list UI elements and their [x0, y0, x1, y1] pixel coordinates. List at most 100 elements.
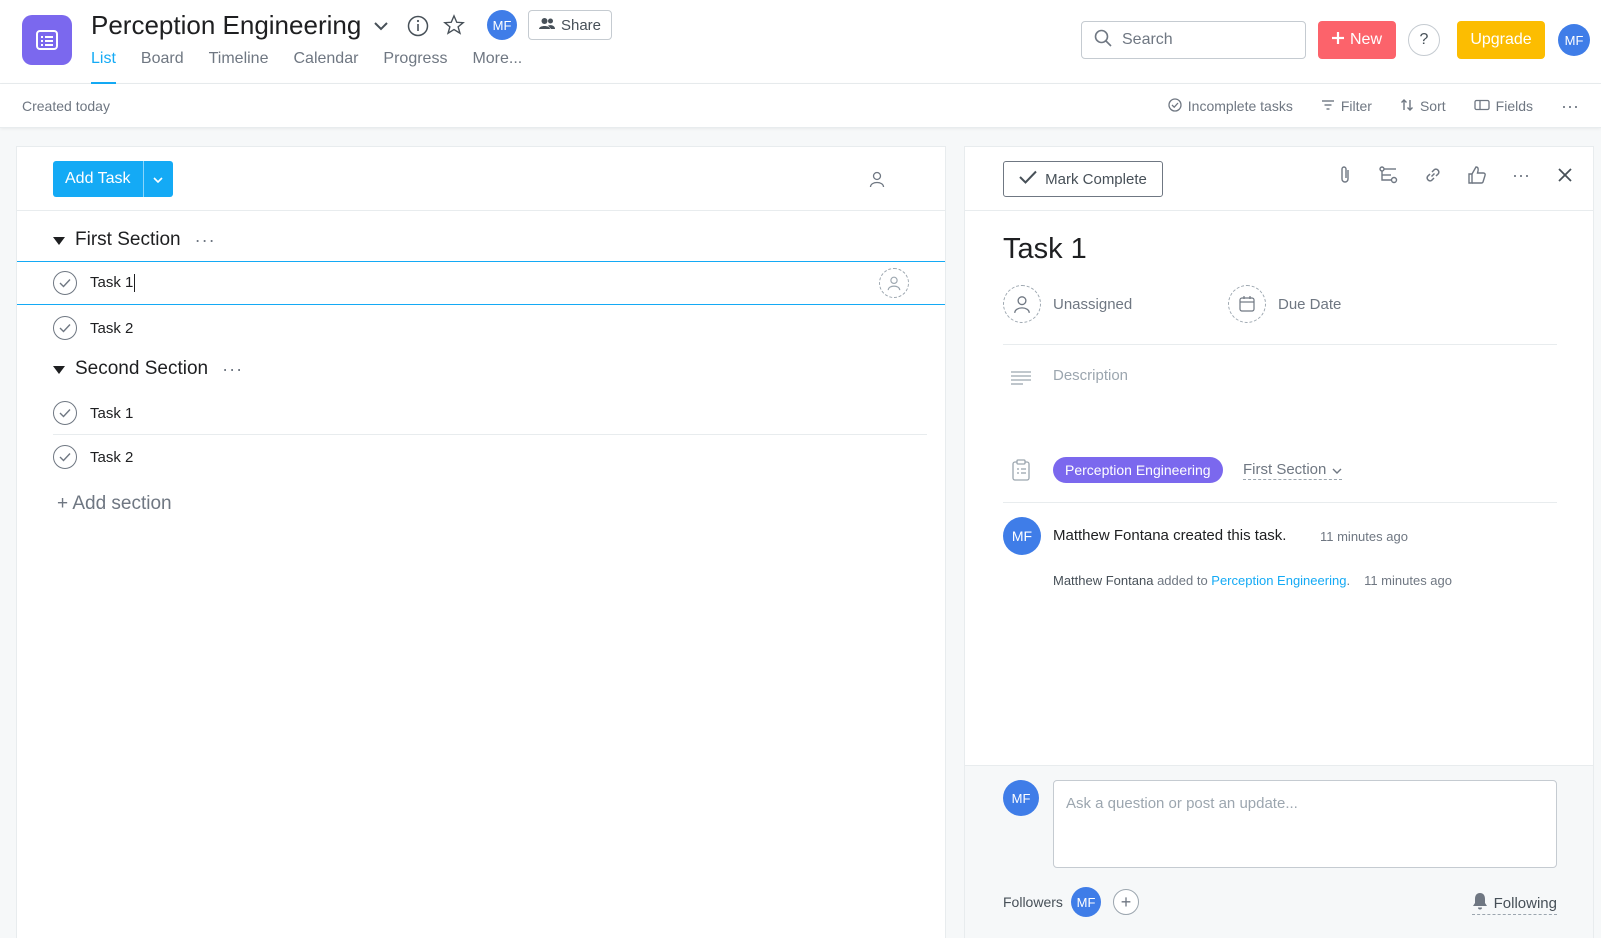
new-label: New: [1349, 31, 1382, 48]
incomplete-tasks-button[interactable]: Incomplete tasks: [1168, 97, 1293, 115]
following-label: Following: [1493, 894, 1557, 912]
star-icon[interactable]: [442, 13, 466, 37]
task-detail-pane: Mark Complete ··· Task 1 Unassigned Due …: [964, 146, 1594, 938]
complete-check-icon[interactable]: [53, 401, 77, 425]
attachment-icon[interactable]: [1333, 163, 1357, 187]
task-row[interactable]: Task 2: [17, 306, 945, 350]
activity-added-user[interactable]: Matthew Fontana: [1053, 573, 1153, 588]
view-tabs: List Board Timeline Calendar Progress Mo…: [91, 50, 522, 84]
new-button[interactable]: New: [1318, 21, 1396, 59]
followers-row: Followers MF + Following: [1003, 886, 1557, 918]
project-list-icon[interactable]: [22, 15, 72, 65]
add-task-button[interactable]: Add Task: [53, 161, 143, 197]
tab-calendar[interactable]: Calendar: [293, 50, 358, 84]
link-icon[interactable]: [1421, 163, 1445, 187]
task-name[interactable]: Task 2: [90, 320, 133, 337]
follower-avatar[interactable]: MF: [1071, 887, 1101, 917]
thumbs-up-icon[interactable]: [1465, 163, 1489, 187]
task-name[interactable]: Task 2: [90, 449, 133, 466]
fields-icon: [1474, 98, 1490, 114]
more-options-icon[interactable]: ···: [1509, 163, 1533, 187]
filter-button[interactable]: Filter: [1321, 98, 1372, 114]
task-row[interactable]: Task 1: [17, 261, 945, 305]
top-header: Perception Engineering MF Share List Boa…: [0, 0, 1601, 84]
calendar-icon[interactable]: [1228, 285, 1266, 323]
fields-button[interactable]: Fields: [1474, 98, 1533, 114]
help-button[interactable]: ?: [1408, 24, 1440, 56]
assignee-icon[interactable]: [1003, 285, 1041, 323]
section-more-icon[interactable]: ···: [195, 230, 216, 251]
list-toolbar: Add Task: [17, 147, 945, 211]
add-section-button[interactable]: + Add section: [57, 493, 172, 515]
project-title[interactable]: Perception Engineering: [91, 10, 361, 41]
add-task-dropdown[interactable]: [142, 161, 173, 197]
section-title[interactable]: Second Section: [75, 358, 208, 380]
section-select-value: First Section: [1243, 461, 1327, 478]
section-title[interactable]: First Section: [75, 229, 181, 251]
tab-board[interactable]: Board: [141, 50, 184, 84]
more-options-icon[interactable]: ···: [1561, 96, 1579, 117]
triangle-down-icon[interactable]: [53, 358, 65, 380]
account-avatar[interactable]: MF: [1558, 24, 1590, 56]
info-icon[interactable]: [406, 14, 430, 38]
filter-label: Filter: [1340, 98, 1372, 114]
subtask-icon[interactable]: [1377, 163, 1401, 187]
chevron-down-icon: [153, 170, 163, 188]
incomplete-tasks-label: Incomplete tasks: [1187, 98, 1293, 114]
search-input[interactable]: [1122, 31, 1292, 49]
due-date-field[interactable]: Due Date: [1278, 296, 1341, 313]
clipboard-icon: [1011, 459, 1031, 486]
activity-project-link[interactable]: Perception Engineering: [1211, 573, 1346, 588]
task-fields: Unassigned Due Date: [1003, 285, 1557, 345]
section-header-second[interactable]: Second Section ···: [53, 358, 243, 380]
complete-check-icon[interactable]: [53, 316, 77, 340]
section-more-icon[interactable]: ···: [222, 359, 243, 380]
activity-avatar[interactable]: MF: [1003, 517, 1041, 555]
task-row[interactable]: Task 2: [17, 435, 945, 479]
task-name[interactable]: Task 1: [90, 274, 136, 293]
tab-timeline[interactable]: Timeline: [209, 50, 269, 84]
triangle-down-icon[interactable]: [53, 229, 65, 251]
project-toolbar: Created today Incomplete tasks Filter So…: [0, 84, 1601, 128]
task-name[interactable]: Task 1: [90, 405, 133, 422]
sort-button[interactable]: Sort: [1400, 98, 1446, 115]
activity-created-time: 11 minutes ago: [1320, 529, 1408, 544]
add-follower-button[interactable]: +: [1113, 889, 1139, 915]
assignee-icon[interactable]: [879, 268, 909, 298]
activity-added: Matthew Fontana added to Perception Engi…: [1053, 573, 1452, 588]
description-field[interactable]: Description: [1053, 367, 1128, 384]
assignee-field[interactable]: Unassigned: [1053, 296, 1132, 313]
chevron-down-icon[interactable]: [371, 16, 391, 36]
complete-check-icon[interactable]: [53, 271, 77, 295]
share-button[interactable]: Share: [528, 10, 612, 40]
upgrade-button[interactable]: Upgrade: [1457, 21, 1545, 59]
followers-label: Followers: [1003, 894, 1063, 910]
tab-progress[interactable]: Progress: [383, 50, 447, 84]
project-pill[interactable]: Perception Engineering: [1053, 457, 1223, 483]
section-select[interactable]: First Section: [1243, 461, 1343, 480]
mark-complete-button[interactable]: Mark Complete: [1003, 161, 1163, 197]
comment-box[interactable]: [1053, 780, 1557, 868]
projects-row: Perception Engineering First Section: [1003, 441, 1557, 503]
people-icon: [538, 17, 555, 34]
tab-list[interactable]: List: [91, 50, 116, 84]
comment-input[interactable]: [1066, 795, 1544, 853]
activity-created: MF Matthew Fontana created this task. 11…: [1003, 517, 1557, 557]
share-label: Share: [560, 16, 602, 34]
checkmark-icon: [1019, 170, 1037, 188]
user-avatar[interactable]: MF: [487, 10, 517, 40]
section-header-first[interactable]: First Section ···: [53, 229, 216, 251]
tab-more[interactable]: More...: [472, 50, 522, 84]
text-lines-icon: [1011, 371, 1031, 390]
task-title[interactable]: Task 1: [1003, 233, 1087, 266]
activity-added-mid: added to: [1153, 573, 1212, 588]
complete-check-icon[interactable]: [53, 445, 77, 469]
detail-toolbar: Mark Complete ···: [965, 147, 1593, 211]
close-icon[interactable]: [1553, 163, 1577, 187]
person-icon[interactable]: [865, 167, 889, 191]
description-row[interactable]: Description: [1003, 361, 1557, 441]
search-box[interactable]: [1081, 21, 1306, 59]
following-button[interactable]: Following: [1471, 892, 1557, 915]
task-row[interactable]: Task 1: [17, 391, 945, 435]
activity-created-text: Matthew Fontana created this task.: [1053, 527, 1287, 544]
